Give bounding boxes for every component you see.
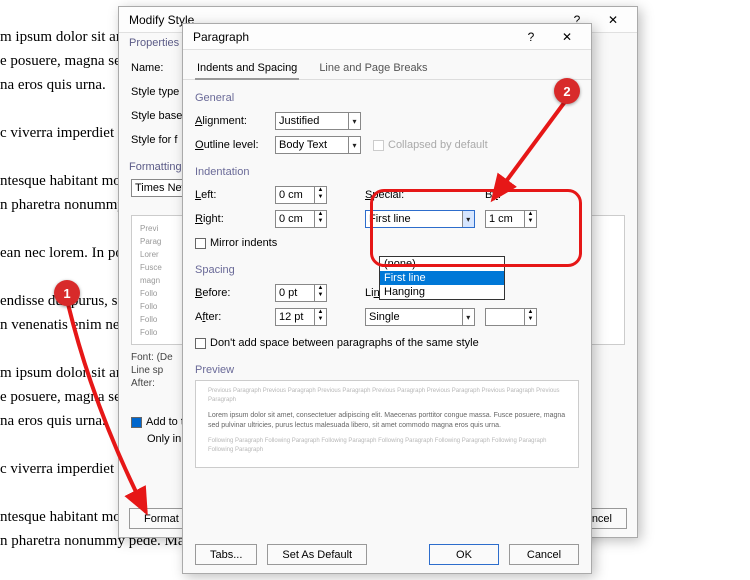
right-indent-input[interactable]	[276, 211, 314, 227]
general-group: General	[195, 84, 579, 108]
preview-sample-text: Lorem ipsum dolor sit amet, consectetuer…	[208, 411, 566, 431]
cancel-button[interactable]: Cancel	[509, 544, 579, 565]
alignment-input[interactable]	[276, 115, 348, 127]
help-button[interactable]: ?	[513, 25, 549, 49]
annotation-marker-1: 1	[54, 280, 80, 306]
paragraph-titlebar: Paragraph ? ✕	[183, 24, 591, 50]
collapsed-label: Collapsed by default	[388, 139, 488, 151]
add-to-label: Add to t	[146, 416, 184, 428]
tab-indents-spacing[interactable]: Indents and Spacing	[195, 58, 299, 80]
preview-group: Preview	[195, 356, 579, 380]
chevron-down-icon[interactable]: ▾	[462, 309, 474, 325]
before-spinner[interactable]: ▲▼	[275, 284, 327, 302]
close-icon[interactable]: ✕	[549, 25, 585, 49]
set-default-button[interactable]: Set As Default	[267, 544, 367, 565]
after-label: After:	[195, 311, 275, 323]
preview-ghost-before: Previous Paragraph Previous Paragraph Pr…	[208, 387, 566, 405]
paragraph-title: Paragraph	[193, 30, 513, 44]
preview-ghost-after: Following Paragraph Following Paragraph …	[208, 437, 566, 455]
alignment-label: Alignment:	[195, 115, 275, 127]
alignment-combo[interactable]: ▾	[275, 112, 361, 130]
annotation-highlight-special	[370, 189, 582, 267]
close-icon[interactable]: ✕	[595, 8, 631, 32]
no-space-label: Don't add space between paragraphs of th…	[210, 337, 479, 349]
left-label: Left:	[195, 189, 275, 201]
collapsed-checkbox: Collapsed by default	[373, 139, 488, 151]
before-label: Before:	[195, 287, 275, 299]
mirror-indents-checkbox[interactable]: Mirror indents	[195, 237, 277, 249]
paragraph-tabs: Indents and Spacing Line and Page Breaks	[183, 50, 591, 80]
after-input[interactable]	[276, 309, 314, 325]
after-spinner[interactable]: ▲▼	[275, 308, 327, 326]
outline-combo[interactable]: ▾	[275, 136, 361, 154]
paragraph-preview: Previous Paragraph Previous Paragraph Pr…	[195, 380, 579, 468]
outline-input[interactable]	[276, 139, 348, 151]
before-input[interactable]	[276, 285, 314, 301]
at-spinner[interactable]: ▲▼	[485, 308, 537, 326]
indentation-group: Indentation	[195, 158, 579, 182]
tabs-button[interactable]: Tabs...	[195, 544, 257, 565]
ok-button[interactable]: OK	[429, 544, 499, 565]
outline-label: Outline level:	[195, 139, 275, 151]
right-indent-spinner[interactable]: ▲▼	[275, 210, 327, 228]
add-to-checkbox[interactable]: Add to t	[131, 416, 184, 428]
at-input[interactable]	[486, 309, 524, 325]
left-indent-input[interactable]	[276, 187, 314, 203]
right-label: Right:	[195, 213, 275, 225]
special-option-hanging[interactable]: Hanging	[380, 285, 504, 299]
special-option-firstline[interactable]: First line	[380, 271, 504, 285]
left-indent-spinner[interactable]: ▲▼	[275, 186, 327, 204]
mirror-label: Mirror indents	[210, 237, 277, 249]
line-spacing-input[interactable]	[366, 311, 462, 323]
annotation-marker-2: 2	[554, 78, 580, 104]
chevron-down-icon[interactable]: ▾	[348, 137, 360, 153]
chevron-down-icon[interactable]: ▾	[348, 113, 360, 129]
tab-line-page-breaks[interactable]: Line and Page Breaks	[317, 58, 429, 79]
line-spacing-combo[interactable]: ▾	[365, 308, 475, 326]
no-space-checkbox[interactable]: Don't add space between paragraphs of th…	[195, 337, 479, 349]
